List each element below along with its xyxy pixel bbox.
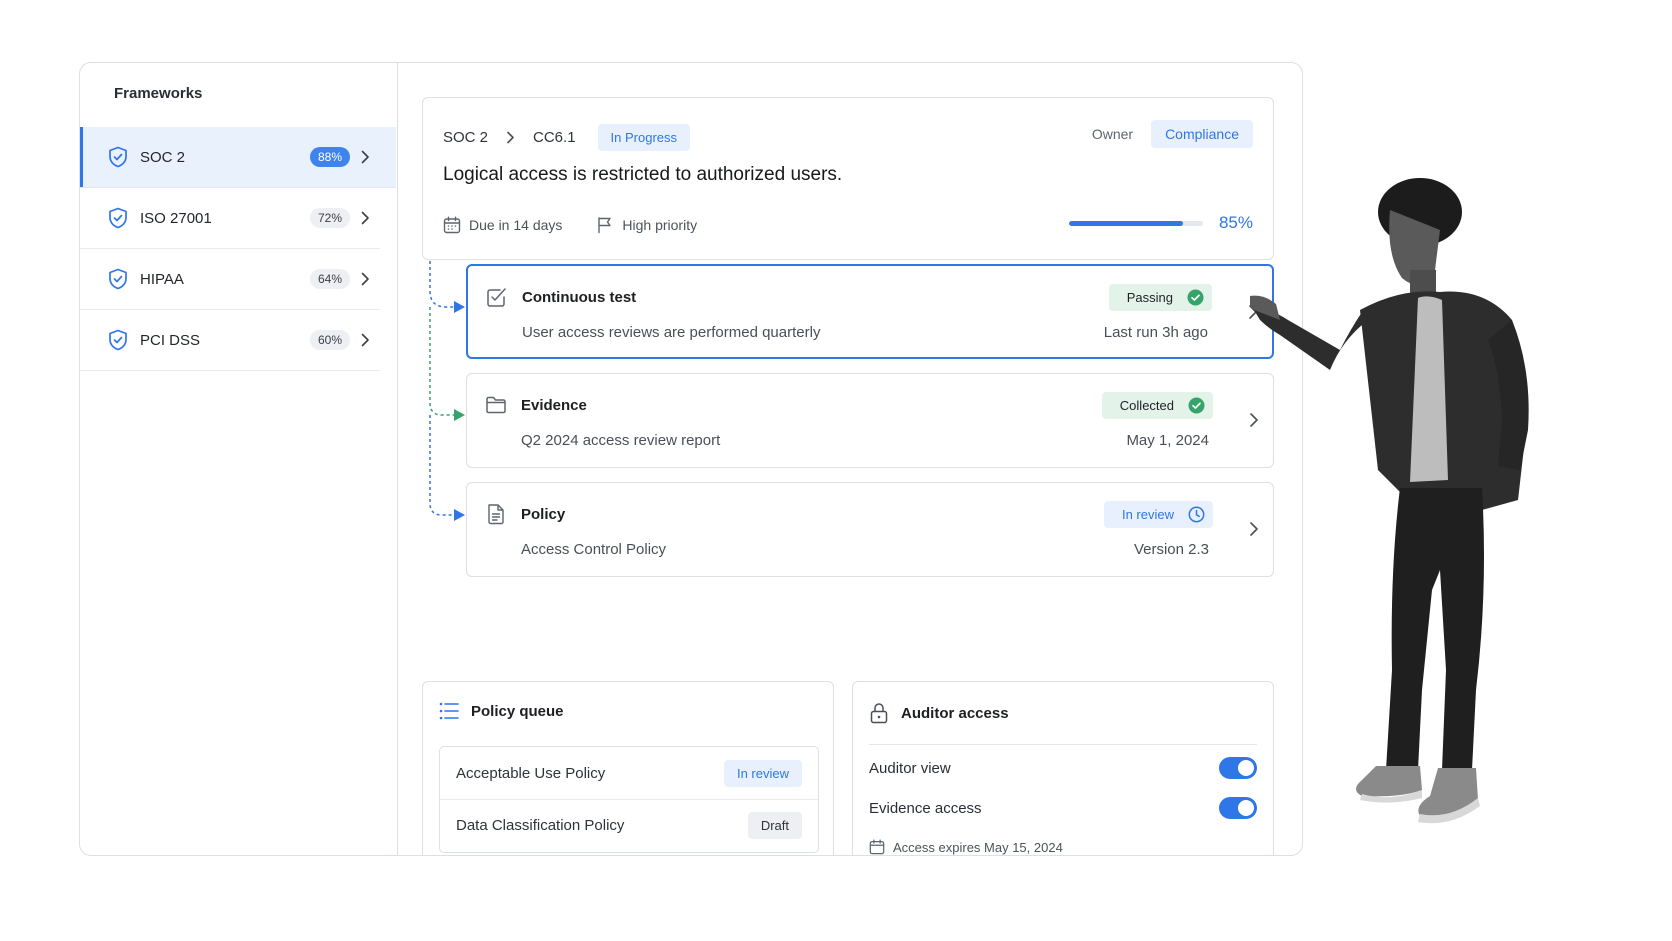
breadcrumb-control[interactable]: CC6.1 <box>533 129 576 146</box>
framework-name: PCI DSS <box>140 331 201 349</box>
framework-name: SOC 2 <box>140 148 186 166</box>
requirement-header-card: SOC 2 CC6.1 In Progress Owner Compliance… <box>422 97 1274 260</box>
task-card-continuous-test[interactable]: Continuous test User access reviews are … <box>466 264 1274 359</box>
task-title: Continuous test <box>522 289 637 306</box>
shield-icon <box>108 207 130 229</box>
framework-list: SOC 2 88% ISO 27001 72% HIPAA 64% PCI DS… <box>80 127 396 371</box>
requirement-detail: SOC 2 CC6.1 In Progress Owner Compliance… <box>398 63 1302 855</box>
task-subtitle: Access Control Policy <box>521 541 667 558</box>
access-expiry-text: Access expires May 15, 2024 <box>893 839 1063 855</box>
toggle-label: Evidence access <box>869 799 982 817</box>
panel-header: Auditor access <box>869 702 1009 724</box>
evidence-access-setting: Evidence access <box>869 797 1257 819</box>
framework-item-soc2[interactable]: SOC 2 88% <box>80 127 396 188</box>
status-badge: Passing <box>1108 284 1212 311</box>
compliance-app-window: Frameworks SOC 2 88% ISO 27001 72% HIPAA… <box>79 62 1303 856</box>
chevron-right-icon <box>360 332 376 348</box>
progress-bar-fill <box>1068 220 1183 226</box>
flag-icon <box>598 217 612 234</box>
access-expiry: Access expires May 15, 2024 <box>869 839 1063 855</box>
policy-name: Data Classification Policy <box>456 817 625 834</box>
divider <box>869 744 1257 745</box>
owner-field: Owner Compliance <box>1092 120 1253 148</box>
policy-queue-panel: Policy queue Acceptable Use Policy In re… <box>422 681 834 855</box>
panel-title: Auditor access <box>901 704 1009 722</box>
folder-icon <box>486 396 506 414</box>
clock-icon <box>1188 506 1205 523</box>
task-card-policy[interactable]: Policy Access Control Policy In review V… <box>466 482 1274 577</box>
framework-percent-badge: 60% <box>309 330 350 350</box>
policy-name: Acceptable Use Policy <box>456 764 606 782</box>
auditor-view-setting: Auditor view <box>869 757 1257 779</box>
progress-bar <box>1068 220 1203 226</box>
status-badge-label: Collected <box>1119 398 1174 413</box>
shield-icon <box>108 329 130 351</box>
chevron-right-icon <box>360 149 376 165</box>
task-title: Evidence <box>521 397 587 414</box>
owner-value-badge[interactable]: Compliance <box>1151 120 1253 148</box>
framework-percent-badge: 72% <box>309 208 350 228</box>
task-subtitle: Q2 2024 access review report <box>521 432 721 449</box>
panel-title: Policy queue <box>471 702 564 720</box>
frameworks-sidebar: Frameworks SOC 2 88% ISO 27001 72% HIPAA… <box>80 63 398 855</box>
task-meta: Version 2.3 <box>1133 541 1209 558</box>
presenter-person-image <box>1250 178 1529 824</box>
framework-percent-badge: 64% <box>309 269 350 289</box>
priority-text: High priority <box>622 217 698 233</box>
toggle-label: Auditor view <box>869 759 951 777</box>
priority: High priority <box>596 216 697 234</box>
policy-queue-list: Acceptable Use Policy In review Data Cla… <box>439 746 819 853</box>
owner-label: Owner <box>1091 126 1134 142</box>
status-badge: In review <box>723 759 802 787</box>
framework-item-hipaa[interactable]: HIPAA 64% <box>80 249 380 310</box>
sidebar-title: Frameworks <box>114 85 203 102</box>
check-circle-icon <box>1188 397 1205 414</box>
status-badge: In Progress <box>597 124 691 151</box>
framework-percent-badge: 88% <box>309 147 350 167</box>
calendar-icon <box>869 839 885 855</box>
status-badge-label: In review <box>1121 507 1174 522</box>
status-badge: Draft <box>747 812 802 839</box>
list-item[interactable]: Acceptable Use Policy In review <box>440 747 818 799</box>
lock-icon <box>870 703 888 724</box>
auditor-access-panel: Auditor access Auditor view Evidence acc… <box>852 681 1274 855</box>
progress-indicator: 85% <box>1068 213 1253 233</box>
task-card-evidence[interactable]: Evidence Q2 2024 access review report Co… <box>466 373 1274 468</box>
chevron-right-icon <box>360 210 376 226</box>
shield-icon <box>108 268 130 290</box>
chevron-right-icon <box>360 271 376 287</box>
task-meta: Last run 3h ago <box>1103 324 1208 341</box>
panel-header: Policy queue <box>439 702 564 720</box>
list-item[interactable]: Data Classification Policy Draft <box>440 799 818 851</box>
framework-name: HIPAA <box>140 270 184 288</box>
framework-name: ISO 27001 <box>140 209 212 227</box>
task-meta: May 1, 2024 <box>1126 432 1209 449</box>
task-title: Policy <box>521 506 566 523</box>
list-icon <box>439 702 459 720</box>
document-icon <box>488 504 504 525</box>
checklist-icon <box>487 288 506 307</box>
status-badge: In review <box>1103 501 1213 528</box>
task-subtitle: User access reviews are performed quarte… <box>522 324 821 341</box>
framework-item-pci-dss[interactable]: PCI DSS 60% <box>80 310 380 371</box>
check-circle-icon <box>1187 289 1204 306</box>
framework-item-iso27001[interactable]: ISO 27001 72% <box>80 188 380 249</box>
progress-percent: 85% <box>1218 213 1253 232</box>
shield-icon <box>108 146 130 168</box>
status-badge-label: Passing <box>1126 290 1173 305</box>
status-badge: Collected <box>1101 392 1213 419</box>
